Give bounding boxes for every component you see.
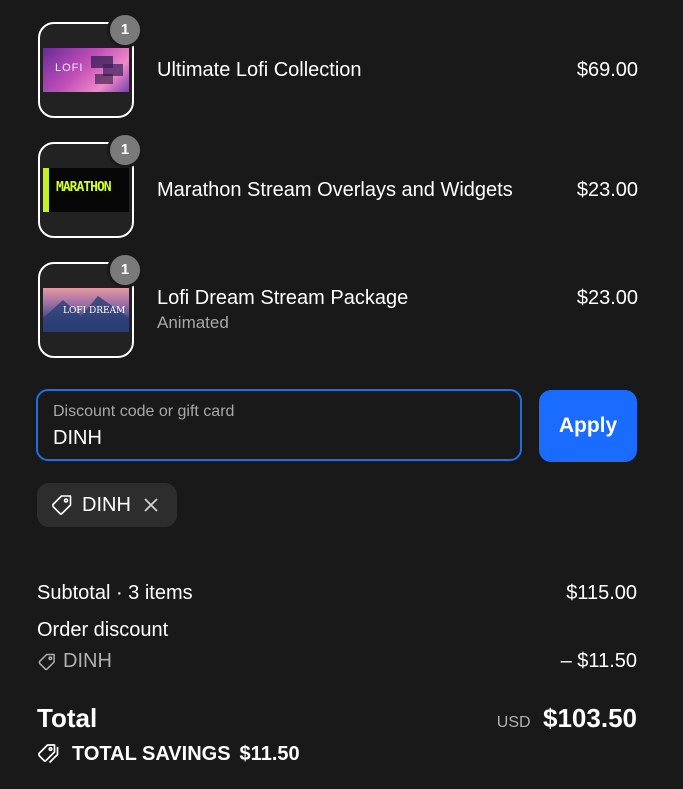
subtotal-row: Subtotal · 3 items $115.00 <box>37 582 637 605</box>
total-savings: TOTAL SAVINGS $11.50 <box>37 742 300 766</box>
total-value: $103.50 <box>543 703 637 733</box>
discount-code-input[interactable] <box>53 427 493 450</box>
quantity-badge: 1 <box>107 132 143 168</box>
item-price: $69.00 <box>576 59 638 81</box>
applied-discount-chip: DINH <box>37 483 177 527</box>
item-title: Marathon Stream Overlays and Widgets <box>157 179 513 201</box>
quantity-badge: 1 <box>107 12 143 48</box>
apply-button[interactable]: Apply <box>539 390 637 462</box>
item-variant: Animated <box>157 313 229 332</box>
item-title: Ultimate Lofi Collection <box>157 59 362 81</box>
quantity-badge: 1 <box>107 252 143 288</box>
thumbnail-text: MARATHON <box>56 180 112 195</box>
item-price: $23.00 <box>576 179 638 201</box>
currency-code: USD <box>496 714 531 731</box>
tag-icon <box>38 653 55 670</box>
cart-item: LOFI 1 Ultimate Lofi Collection $69.00 <box>38 12 638 118</box>
savings-label: TOTAL SAVINGS <box>72 742 231 765</box>
item-title: Lofi Dream Stream Package <box>157 287 409 309</box>
tags-icon <box>37 744 59 764</box>
tag-icon <box>52 495 72 515</box>
discount-code-row: DINH – $11.50 <box>37 650 637 673</box>
discount-field-label: Discount code or gift card <box>53 403 235 420</box>
thumbnail-text: LOFI DREAM <box>63 306 126 316</box>
thumbnail-text: LOFI <box>55 62 84 74</box>
cart-item: MARATHON 1 Marathon Stream Overlays and … <box>38 132 638 238</box>
savings-value: $11.50 <box>239 742 300 765</box>
subtotal-label: Subtotal · 3 items <box>37 582 193 604</box>
order-discount-label: Order discount <box>37 619 169 641</box>
cart-item: LOFI DREAM 1 Lofi Dream Stream Package A… <box>38 252 638 358</box>
item-price: $23.00 <box>576 287 638 309</box>
close-icon <box>144 498 158 512</box>
discount-code-label: DINH <box>63 650 112 672</box>
discount-code-field[interactable]: Discount code or gift card <box>36 389 522 461</box>
subtotal-value: $115.00 <box>566 582 637 604</box>
order-discount-row: Order discount <box>37 619 637 642</box>
discount-amount: – $11.50 <box>560 650 637 672</box>
remove-discount-button[interactable] <box>143 497 159 513</box>
applied-code-label: DINH <box>82 493 131 516</box>
total-label: Total <box>37 703 98 733</box>
total-amount: USD $103.50 <box>497 703 637 734</box>
